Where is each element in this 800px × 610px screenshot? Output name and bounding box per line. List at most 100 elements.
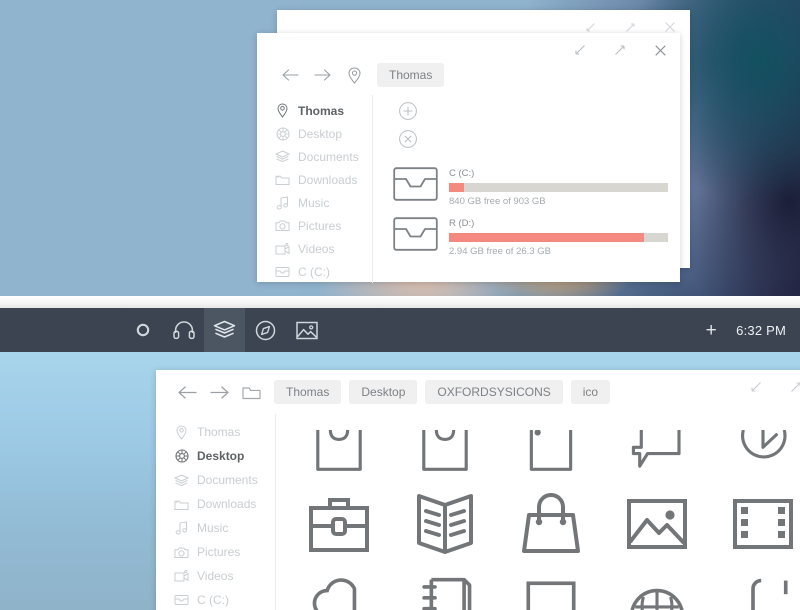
drives-pane: C (C:) 840 GB free of 903 GB R (D:) 2.94…: [373, 95, 680, 283]
bookmark-icon: [732, 576, 794, 610]
back-arrow-icon[interactable]: [275, 60, 305, 90]
sidebar-item-documents[interactable]: Documents: [257, 145, 372, 168]
grid-item[interactable]: [392, 416, 498, 488]
grid-item[interactable]: [498, 416, 604, 488]
remove-button[interactable]: [398, 129, 420, 151]
taskbar-apps: [122, 308, 327, 352]
sidebar-item-drive-c[interactable]: C (C:): [257, 260, 372, 283]
maximize-icon[interactable]: [600, 33, 640, 67]
drive-usage-fill: [449, 233, 644, 242]
grid-item[interactable]: [392, 488, 498, 560]
sidebar-item-music[interactable]: Music: [156, 516, 275, 540]
drive-row[interactable]: R (D:) 2.94 GB free of 26.3 GB: [373, 207, 680, 257]
folder-icon[interactable]: [238, 379, 264, 405]
sidebar-item-desktop[interactable]: Desktop: [156, 444, 275, 468]
minimize-icon[interactable]: [736, 370, 776, 404]
record-icon: [135, 322, 151, 338]
sidebar-item-label: Videos: [197, 569, 234, 583]
toolbar-bottom: Thomas Desktop OXFORDSYSICONS ico: [156, 370, 800, 414]
grid-item[interactable]: [604, 416, 710, 488]
clock-icon: [732, 430, 794, 474]
location-pin-icon: [275, 103, 290, 118]
grid-item[interactable]: [286, 560, 392, 610]
taskbar-item-record[interactable]: [122, 308, 163, 352]
sidebar-item-label: Desktop: [298, 126, 343, 141]
headphones-icon: [172, 320, 195, 340]
desktop-icon: [275, 126, 290, 141]
breadcrumb-thomas[interactable]: Thomas: [377, 63, 445, 87]
location-pin-icon: [341, 62, 367, 88]
file-manager-window-front[interactable]: Thomas Thomas Desktop Documents Download…: [257, 33, 680, 283]
back-arrow-icon[interactable]: [172, 377, 202, 407]
sidebar-bottom: Thomas Desktop Documents Downloads Music…: [156, 414, 276, 610]
desktop-divider: [0, 296, 800, 308]
grid-item[interactable]: [498, 560, 604, 610]
photo-icon: [626, 498, 688, 550]
minimize-icon[interactable]: [560, 33, 600, 67]
sidebar-item-desktop[interactable]: Desktop: [257, 122, 372, 145]
binder-icon: [414, 576, 476, 610]
sidebar-item-videos[interactable]: Videos: [156, 564, 275, 588]
close-icon[interactable]: [640, 33, 680, 67]
sidebar-item-label: Pictures: [298, 218, 342, 233]
sidebar-item-thomas[interactable]: Thomas: [257, 99, 372, 122]
sidebar-item-pictures[interactable]: Pictures: [257, 214, 372, 237]
sidebar-item-label: Downloads: [298, 172, 358, 187]
grid-item[interactable]: [604, 560, 710, 610]
taskbar-add-button[interactable]: +: [694, 308, 728, 352]
drive-icon: [393, 167, 438, 201]
drive-row[interactable]: C (C:) 840 GB free of 903 GB: [373, 157, 680, 207]
sidebar-item-label: Music: [298, 195, 330, 210]
drive-name: R (D:): [449, 218, 475, 229]
forward-arrow-icon[interactable]: [307, 60, 337, 90]
sidebar-item-label: Downloads: [197, 497, 257, 511]
grid-item[interactable]: [286, 416, 392, 488]
drive-usage-bar: [449, 183, 668, 192]
sidebar-item-label: Desktop: [197, 449, 245, 463]
sidebar-item-label: Videos: [298, 241, 335, 256]
camera-icon: [275, 218, 290, 233]
breadcrumb-oxfordsysicons[interactable]: OXFORDSYSICONS: [425, 380, 563, 404]
grid-item[interactable]: [604, 488, 710, 560]
grid-item[interactable]: [286, 488, 392, 560]
video-camera-icon: [275, 241, 290, 256]
documents-icon: [174, 473, 189, 488]
grid-item[interactable]: [710, 488, 800, 560]
grid-item[interactable]: [710, 560, 800, 610]
maximize-icon[interactable]: [776, 370, 800, 404]
pane-actions: [373, 101, 680, 151]
downloads-icon: [174, 497, 189, 512]
window-front-body: Thomas Desktop Documents Downloads Music…: [257, 95, 680, 283]
globe-icon: [626, 576, 688, 610]
grid-item[interactable]: [710, 416, 800, 488]
taskbar-item-files[interactable]: [204, 308, 245, 352]
taskbar-clock[interactable]: 6:32 PM: [728, 323, 800, 338]
breadcrumb-ico[interactable]: ico: [570, 380, 611, 404]
file-manager-window-bottom[interactable]: Thomas Desktop OXFORDSYSICONS ico Thomas…: [156, 370, 800, 610]
inbox-tray-icon: [414, 430, 476, 474]
sidebar-item-music[interactable]: Music: [257, 191, 372, 214]
sidebar-item-label: Music: [197, 521, 229, 535]
taskbar-item-photos[interactable]: [286, 308, 327, 352]
drive-free-text: 840 GB free of 903 GB: [449, 196, 546, 207]
cloud-icon: [308, 576, 370, 610]
sidebar-item-documents[interactable]: Documents: [156, 468, 275, 492]
sidebar-item-thomas[interactable]: Thomas: [156, 420, 275, 444]
breadcrumb-thomas[interactable]: Thomas: [274, 380, 342, 404]
taskbar-item-browser[interactable]: [245, 308, 286, 352]
breadcrumb-desktop[interactable]: Desktop: [349, 380, 418, 404]
grid-item[interactable]: [392, 560, 498, 610]
layers-icon: [213, 320, 236, 341]
sidebar-item-downloads[interactable]: Downloads: [156, 492, 275, 516]
sidebar-item-label: Documents: [298, 149, 359, 164]
sidebar-item-pictures[interactable]: Pictures: [156, 540, 275, 564]
sidebar-item-downloads[interactable]: Downloads: [257, 168, 372, 191]
add-button[interactable]: [398, 101, 420, 123]
taskbar-item-music[interactable]: [163, 308, 204, 352]
forward-arrow-icon[interactable]: [204, 377, 234, 407]
taskbar: + 6:32 PM: [0, 308, 800, 352]
grid-item[interactable]: [498, 488, 604, 560]
sidebar-item-drive-c[interactable]: C (C:): [156, 588, 275, 610]
drive-usage-bar: [449, 233, 668, 242]
sidebar-item-videos[interactable]: Videos: [257, 237, 372, 260]
